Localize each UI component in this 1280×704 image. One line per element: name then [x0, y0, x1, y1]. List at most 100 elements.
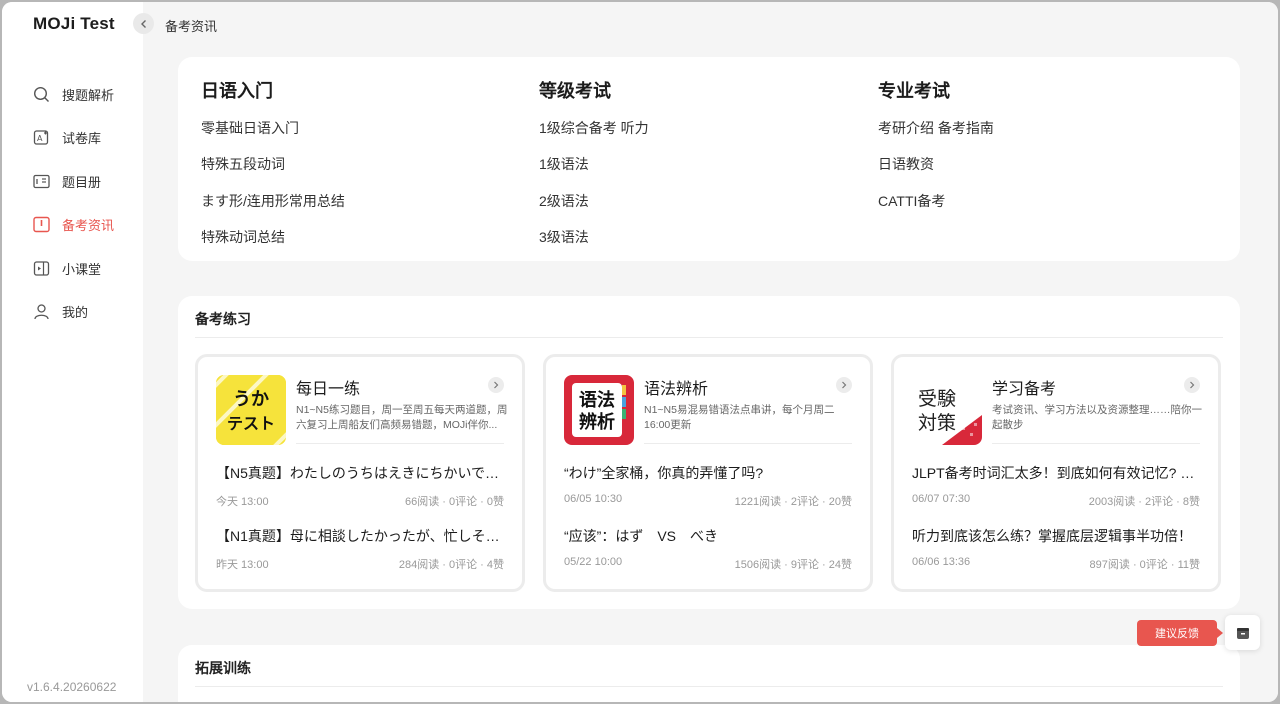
section-title: 备考练习	[195, 311, 251, 327]
column-thumbnail: うか テスト	[216, 375, 286, 445]
extension-section: 拓展训练	[178, 645, 1240, 702]
exam-prep-logo: 受験 対策	[912, 375, 982, 445]
category-link[interactable]: 日语教资	[878, 154, 934, 174]
sidebar-item-me[interactable]: 我的	[32, 299, 88, 323]
sidebar-item-label: 我的	[62, 304, 89, 320]
article-title[interactable]: 听力到底该怎么练？掌握底层逻辑事半功倍！	[912, 526, 1202, 546]
category-link[interactable]: 特殊动词总结	[201, 227, 285, 247]
news-icon	[32, 215, 50, 233]
article-title[interactable]: “わけ”全家桶，你真的弄懂了吗?	[564, 463, 854, 483]
grammar-analysis-logo: 语法 辨析	[564, 375, 634, 445]
category-link[interactable]: 1级语法	[539, 154, 589, 174]
column-thumbnail: 语法 辨析	[564, 375, 634, 445]
exam-icon: A	[32, 128, 50, 146]
article-stats: 1506阅读 · 9评论 · 24赞	[734, 559, 852, 571]
divider	[296, 443, 504, 444]
svg-text:テスト: テスト	[227, 414, 275, 433]
sidebar-item-label: 小课堂	[62, 261, 102, 277]
category-link[interactable]: 考研介绍 备考指南	[878, 118, 994, 138]
breadcrumb: 备考资讯	[165, 19, 218, 34]
chevron-right-icon	[842, 381, 847, 389]
feedback-button[interactable]	[1225, 615, 1260, 650]
article-title[interactable]: 【N5真题】わたしのうちはえきにちかいで…	[216, 463, 506, 483]
svg-text:うか: うか	[233, 389, 269, 410]
svg-text:受験: 受験	[918, 388, 956, 410]
column-name: 学习备考	[992, 381, 1057, 398]
column-description: N1~N5练习题目，周一至周五每天两道题，周六复习上周船友们高频易错题，MOJi…	[296, 404, 508, 431]
column-card-daily[interactable]: うか テスト 每日一练 N1~N5练习题目，周一至周五每天两道题，周六复习上周船…	[195, 354, 525, 592]
section-title: 拓展训练	[195, 660, 251, 676]
divider	[992, 443, 1200, 444]
article-meta: 06/06 13:36 897阅读 · 0评论 · 11赞	[912, 556, 1200, 572]
practice-section: 备考练习 うか テスト 每日一练 N1~N5练习题目，周一至周五每天两道题，周六…	[178, 296, 1240, 609]
sidebar-item-label: 备考资讯	[62, 217, 115, 233]
user-icon	[32, 302, 50, 320]
category-link[interactable]: CATTI备考	[878, 191, 945, 211]
category-title: 专业考试	[878, 81, 950, 101]
article-time: 06/05 10:30	[564, 493, 623, 505]
column-description: N1~N5易混易错语法点串讲，每个月周二16:00更新	[644, 404, 835, 431]
article-time: 昨天 13:00	[216, 559, 269, 571]
category-link[interactable]: 特殊五段动词	[201, 154, 285, 174]
sidebar-item-exams[interactable]: A 试卷库	[32, 125, 101, 149]
sidebar-item-label: 搜题解析	[62, 87, 115, 103]
article-stats: 66阅读 · 0评论 · 0赞	[404, 496, 504, 508]
column-card-grammar[interactable]: 语法 辨析 语法辨析 N1~N5易混易错语法点串讲，每个月周二16:00更新 “…	[543, 354, 873, 592]
video-icon	[32, 259, 50, 277]
article-title[interactable]: 【N1真题】母に相談したかったが、忙しそ…	[216, 526, 506, 546]
daily-practice-logo: うか テスト	[216, 375, 286, 445]
divider	[644, 443, 852, 444]
svg-text:语法: 语法	[579, 389, 615, 411]
chevron-right-icon	[1190, 381, 1195, 389]
back-button[interactable]	[133, 13, 154, 34]
svg-text:A: A	[37, 134, 43, 143]
article-time: 06/06 13:36	[912, 556, 971, 568]
article-stats: 1221阅读 · 2评论 · 20赞	[734, 496, 852, 508]
feedback-icon	[1236, 627, 1249, 639]
article-meta: 06/07 07:30 2003阅读 · 2评论 · 8赞	[912, 493, 1200, 509]
article-title[interactable]: “应该”：はず VS べき	[564, 526, 854, 546]
divider	[195, 686, 1223, 687]
article-time: 06/07 07:30	[912, 493, 971, 505]
column-more-button[interactable]	[836, 377, 852, 393]
category-title: 等级考试	[539, 81, 611, 101]
feedback-tooltip[interactable]: 建议反馈	[1137, 620, 1223, 646]
category-link[interactable]: ます形/连用形常用总结	[201, 191, 345, 211]
article-stats: 284阅读 · 0评论 · 4赞	[398, 559, 504, 571]
column-name: 每日一练	[296, 381, 361, 398]
category-link[interactable]: 3级语法	[539, 227, 589, 247]
book-icon	[32, 172, 50, 190]
search-icon	[32, 85, 50, 103]
article-meta: 06/05 10:30 1221阅读 · 2评论 · 20赞	[564, 493, 852, 509]
category-link[interactable]: 2级语法	[539, 191, 589, 211]
article-stats: 897阅读 · 0评论 · 11赞	[1089, 559, 1200, 571]
category-title: 日语入门	[201, 81, 273, 101]
column-more-button[interactable]	[488, 377, 504, 393]
article-title[interactable]: JLPT备考时词汇太多！到底如何有效记忆? …	[912, 463, 1202, 483]
sidebar-item-class[interactable]: 小课堂	[32, 256, 101, 280]
article-meta: 昨天 13:00 284阅读 · 0评论 · 4赞	[216, 556, 504, 572]
sidebar-item-questions[interactable]: 题目册	[32, 169, 101, 193]
category-link[interactable]: 1级综合备考 听力	[539, 118, 649, 138]
category-link[interactable]: 零基础日语入门	[201, 118, 299, 138]
sidebar-item-news[interactable]: 备考资讯	[32, 212, 114, 236]
article-meta: 今天 13:00 66阅读 · 0评论 · 0赞	[216, 493, 504, 509]
article-stats: 2003阅读 · 2评论 · 8赞	[1088, 496, 1200, 508]
sidebar-item-search[interactable]: 搜题解析	[32, 82, 114, 106]
column-name: 语法辨析	[644, 381, 709, 398]
topbar: 备考资讯	[2, 2, 1278, 46]
sidebar-item-label: 试卷库	[62, 130, 102, 146]
chevron-left-icon	[140, 19, 146, 28]
article-time: 05/22 10:00	[564, 556, 623, 568]
sidebar: MOJi Test 搜题解析 A 试卷库 题目册 备考资讯 小课堂 我的 v1.…	[2, 2, 143, 702]
column-more-button[interactable]	[1184, 377, 1200, 393]
svg-text:辨析: 辨析	[579, 411, 615, 433]
app-window: MOJi Test 搜题解析 A 试卷库 题目册 备考资讯 小课堂 我的 v1.…	[2, 2, 1278, 702]
column-description: 考试资讯、学习方法以及资源整理……陪你一起散步	[992, 404, 1202, 431]
article-meta: 05/22 10:00 1506阅读 · 9评论 · 24赞	[564, 556, 852, 572]
column-thumbnail: 受験 対策	[912, 375, 982, 445]
column-card-study[interactable]: 受験 対策 学习备考 考试资讯、学习方法以及资源整理……陪你一起散步 JLPT备…	[891, 354, 1221, 592]
app-version: v1.6.4.20260622	[27, 680, 117, 694]
sidebar-item-label: 题目册	[62, 174, 102, 190]
chevron-right-icon	[494, 381, 499, 389]
